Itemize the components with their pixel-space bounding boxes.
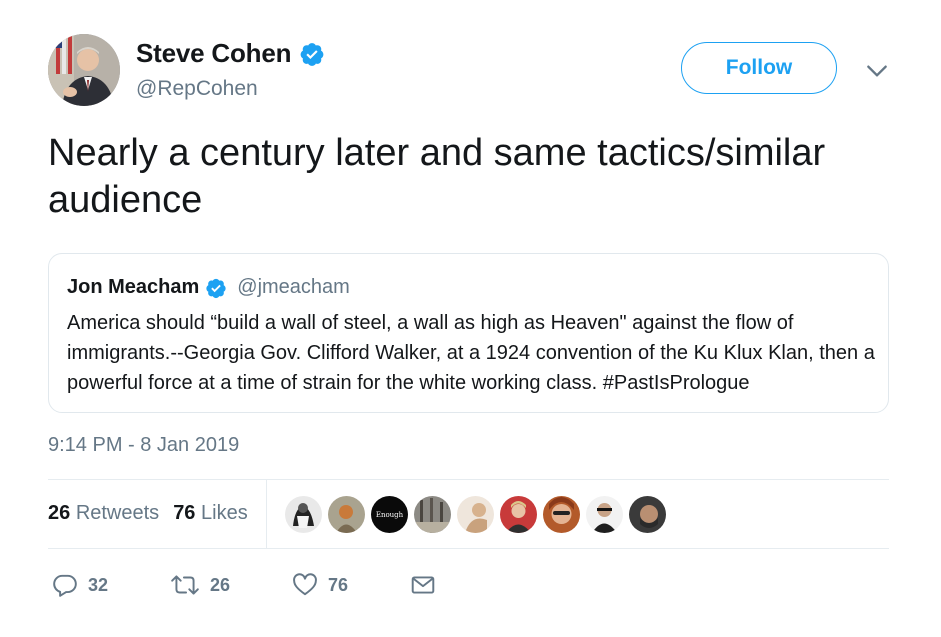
retweet-action[interactable]: 26 xyxy=(170,572,292,598)
profile-photo-icon xyxy=(48,34,120,106)
like-count: 76 xyxy=(328,574,349,595)
author-name-row: Steve Cohen xyxy=(136,38,325,69)
reply-action[interactable]: 32 xyxy=(52,572,170,598)
quoted-tweet[interactable]: Jon Meacham @jmeacham America should “bu… xyxy=(48,253,889,413)
retweet-count: 26 xyxy=(210,574,231,595)
stats-vertical-divider xyxy=(266,480,267,548)
quoted-tweet-header: Jon Meacham @jmeacham xyxy=(67,276,350,299)
tweet-actions: 32 26 76 xyxy=(52,572,436,598)
likes-stat-count: 76 xyxy=(173,502,196,524)
author-avatar[interactable] xyxy=(48,34,120,106)
liker-avatar-4[interactable] xyxy=(414,496,451,533)
heart-icon xyxy=(293,573,317,596)
liker-avatar-8[interactable] xyxy=(586,496,623,533)
verified-badge-icon xyxy=(300,42,324,66)
reply-icon xyxy=(53,574,77,597)
liker-avatar-6[interactable] xyxy=(500,496,537,533)
reply-count: 32 xyxy=(88,574,109,595)
liker-avatar-5[interactable] xyxy=(457,496,494,533)
liker-avatar-9[interactable] xyxy=(629,496,666,533)
retweets-stat-count: 26 xyxy=(48,502,71,524)
tweet-timestamp[interactable]: 9:14 PM - 8 Jan 2019 xyxy=(48,434,239,457)
envelope-icon xyxy=(411,576,435,594)
liker-avatar-2[interactable] xyxy=(328,496,365,533)
follow-button[interactable]: Follow xyxy=(681,42,837,94)
quoted-author-name: Jon Meacham xyxy=(67,276,200,298)
likes-stat-label: Likes xyxy=(201,502,248,524)
chevron-down-icon[interactable] xyxy=(864,58,890,84)
retweets-stat[interactable]: 26 Retweets xyxy=(48,502,159,525)
author-handle[interactable]: @RepCohen xyxy=(136,77,258,101)
likes-stat[interactable]: 76 Likes xyxy=(173,502,248,525)
direct-message-action[interactable] xyxy=(410,572,436,598)
retweet-icon xyxy=(171,575,199,595)
liker-avatar-1[interactable] xyxy=(285,496,322,533)
liker-avatar-7[interactable] xyxy=(543,496,580,533)
verified-badge-icon xyxy=(206,278,226,298)
stats-bottom-divider xyxy=(48,548,889,549)
quoted-tweet-text: America should “build a wall of steel, a… xyxy=(67,312,875,394)
engagement-stats: 26 Retweets 76 Likes xyxy=(48,502,248,525)
retweets-stat-label: Retweets xyxy=(75,502,160,524)
tweet-text: Nearly a century later and same tactics/… xyxy=(48,132,826,221)
liker-avatar-3-label: Enough xyxy=(376,511,404,519)
liker-avatars: Enough xyxy=(285,496,666,533)
quoted-author-handle: @jmeacham xyxy=(237,276,350,298)
stats-top-divider xyxy=(48,479,889,480)
like-action[interactable]: 76 xyxy=(292,572,410,598)
author-display-name[interactable]: Steve Cohen xyxy=(136,38,291,69)
liker-avatar-3[interactable]: Enough xyxy=(371,496,408,533)
